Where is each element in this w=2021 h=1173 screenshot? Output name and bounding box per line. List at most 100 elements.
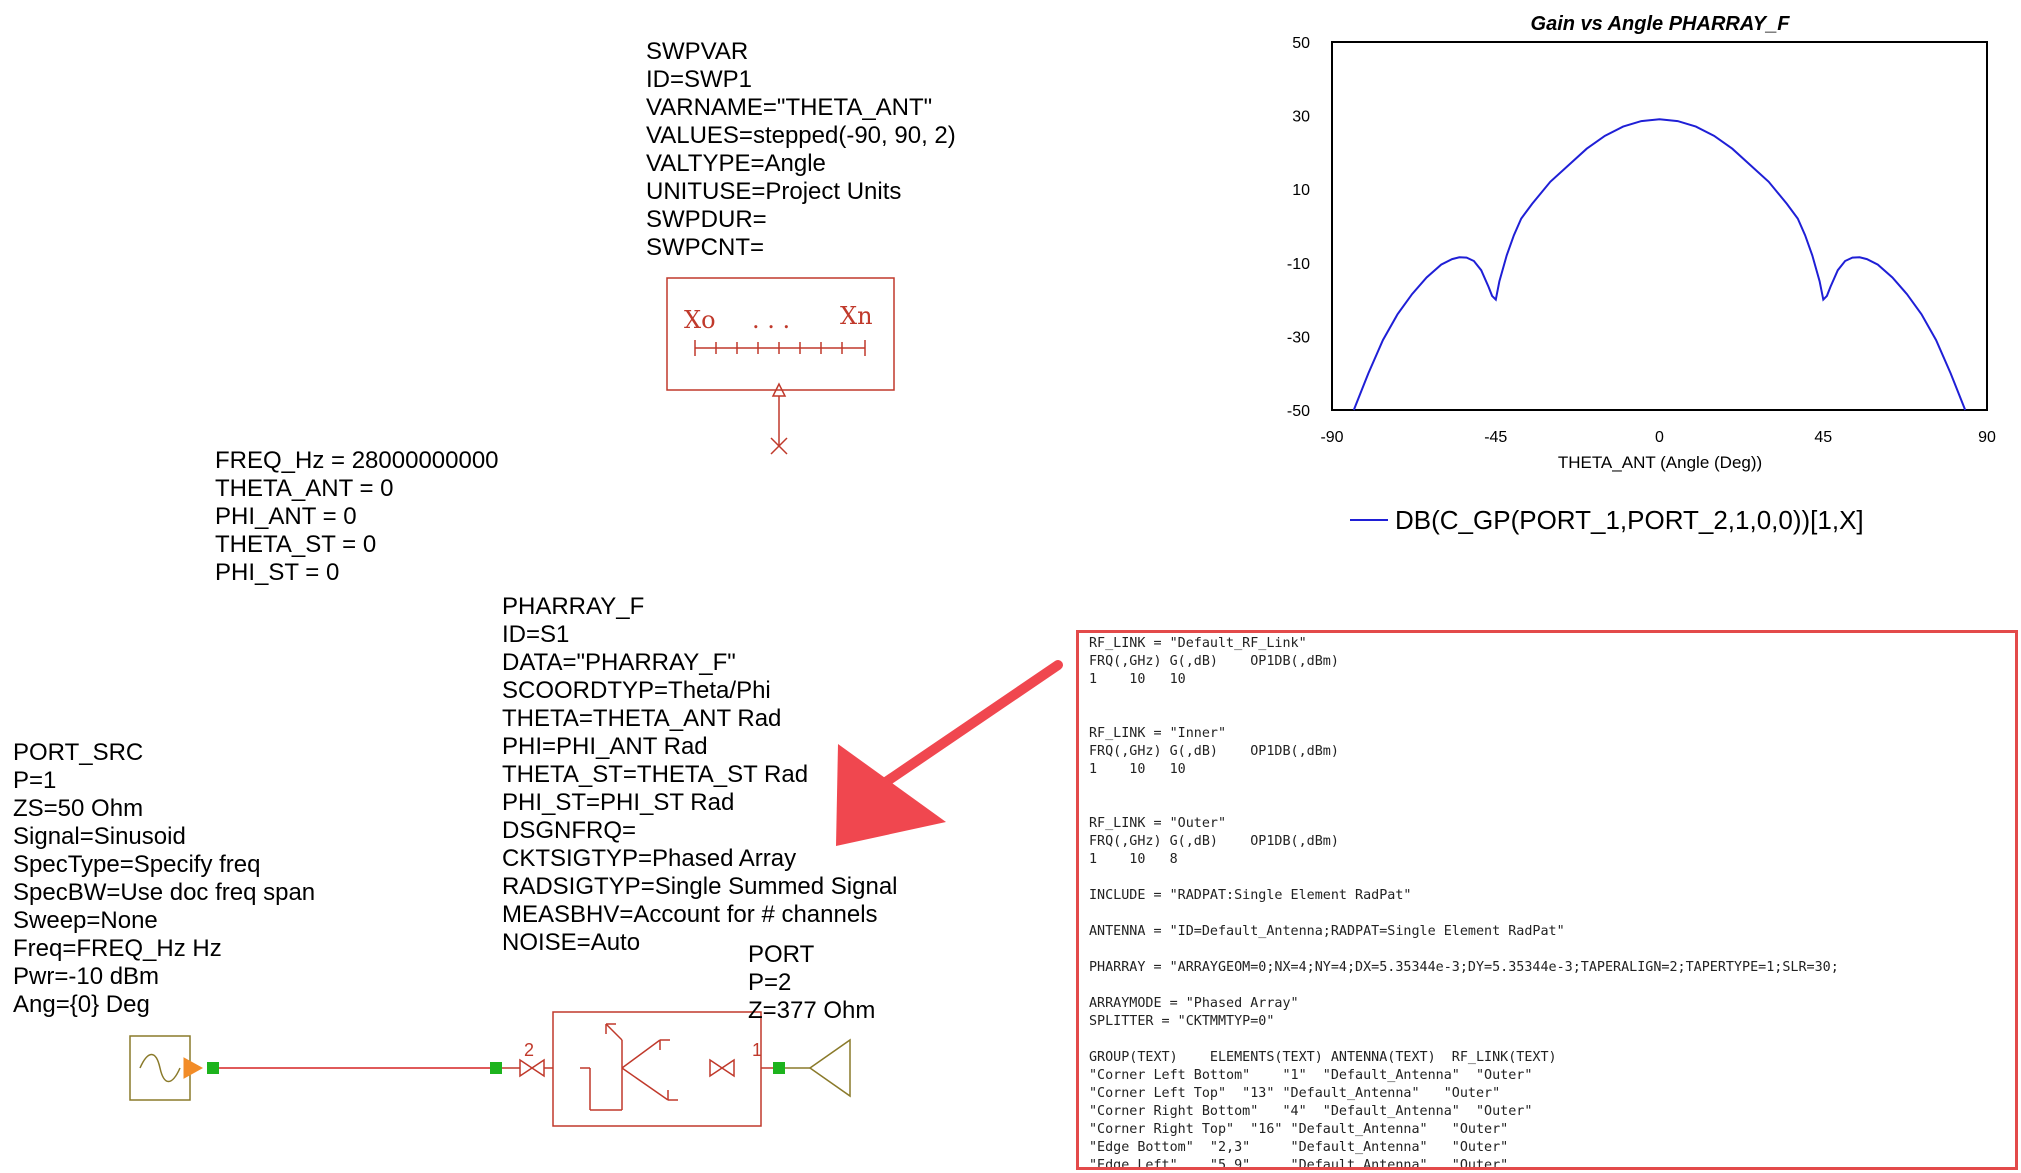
pharray-line: THETA=THETA_ANT Rad (502, 705, 782, 732)
pharray-line: SCOORDTYP=Theta/Phi (502, 677, 771, 704)
data-file-line: PHARRAY = "ARRAYGEOM=0;NX=4;NY=4;DX=5.35… (1089, 960, 1839, 975)
data-file-line: FRQ(,GHz) G(,dB) OP1DB(,dBm) (1089, 744, 1339, 759)
pharray-line: CKTSIGTYP=Phased Array (502, 845, 797, 872)
x-axis-label: THETA_ANT (Angle (Deg)) (1558, 453, 1762, 472)
data-file-line: "Edge Left" "5,9" "Default_Antenna" "Out… (1089, 1158, 1509, 1170)
data-file-line (1089, 689, 2005, 707)
pharray-line: ID=S1 (502, 621, 570, 648)
swpvar-line: VALUES=stepped(-90, 90, 2) (646, 122, 956, 149)
data-file-line: RF_LINK = "Default_RF_Link" (1089, 636, 1307, 651)
swpvar-parameters[interactable]: SWPVAR ID=SWP1 VARNAME="THETA_ANT" VALUES=s… (646, 38, 956, 262)
gain-vs-angle-chart: Gain vs Angle PHARRAY_F 50 30 10 -10 -30 -50 … (1240, 0, 2020, 560)
plot-area (1331, 41, 1988, 411)
data-file-line (1089, 797, 2005, 815)
pharray-line: PHARRAY_F (502, 593, 645, 620)
port-src-line: P=1 (13, 767, 57, 794)
port-src-line: Signal=Sinusoid (13, 823, 186, 850)
equation-line: THETA_ST = 0 (215, 531, 377, 558)
pharray-line: MEASBHV=Account for # channels (502, 901, 878, 928)
swpvar-line: ID=SWP1 (646, 66, 753, 93)
equation-line: PHI_ANT = 0 (215, 503, 357, 530)
pharray-line: PHI_ST=PHI_ST Rad (502, 789, 735, 816)
data-file-line: SPLITTER = "CKTMMTYP=0" (1089, 1014, 1275, 1029)
port-src-line: Ang={0} Deg (13, 991, 150, 1018)
data-file-line: RF_LINK = "Outer" (1089, 816, 1227, 831)
data-file-line: 1 10 10 (1089, 672, 1186, 687)
equation-line: PHI_ST = 0 (215, 559, 340, 586)
data-file-line (1089, 941, 2005, 959)
data-file-line: FRQ(,GHz) G(,dB) OP1DB(,dBm) (1089, 834, 1339, 849)
port-line: Z=377 Ohm (748, 997, 876, 1024)
data-file-line (1089, 905, 2005, 923)
data-file-line (1089, 869, 2005, 887)
series-line (1352, 118, 1967, 411)
x-tick-label: -90 (1320, 429, 1343, 446)
pharray-pin-2: 2 (524, 1040, 534, 1060)
y-tick-label: 10 (1292, 182, 1310, 199)
data-file-line: 1 10 10 (1089, 762, 1186, 777)
data-file-line: RF_LINK = "Inner" (1089, 726, 1227, 741)
port-src-line: PORT_SRC (13, 739, 144, 766)
y-tick-label: -30 (1287, 329, 1310, 346)
port-line: P=2 (748, 969, 792, 996)
port-src-line: ZS=50 Ohm (13, 795, 144, 822)
legend-label: DB(C_GP(PORT_1,PORT_2,1,0,0))[1,X] (1395, 505, 1864, 535)
y-tick-label: -50 (1287, 403, 1310, 420)
x-tick-label: -45 (1484, 429, 1507, 446)
node-port-src[interactable] (207, 1062, 219, 1074)
data-file-line (1089, 707, 2005, 725)
x-tick-label: 45 (1814, 429, 1832, 446)
pharray-line: RADSIGTYP=Single Summed Signal (502, 873, 898, 900)
y-tick-label: 50 (1292, 35, 1310, 52)
port-src-line: SpecBW=Use doc freq span (13, 879, 316, 906)
port-parameters[interactable]: PORT P=2 Z=377 Ohm (748, 941, 875, 1025)
node-array-out[interactable] (773, 1062, 785, 1074)
data-file-line (1089, 1031, 2005, 1049)
data-file-line: ARRAYMODE = "Phased Array" (1089, 996, 1299, 1011)
swpvar-symbol[interactable]: Xo . . . Xn (666, 277, 895, 455)
y-tick-label: -10 (1287, 256, 1310, 273)
swpvar-line: SWPCNT= (646, 234, 765, 261)
pharray-pin-1: 1 (752, 1040, 762, 1060)
pharray-line: PHI=PHI_ANT Rad (502, 733, 708, 760)
swpvar-line: SWPDUR= (646, 206, 767, 233)
x-tick-label: 90 (1978, 429, 1996, 446)
port-symbol[interactable] (785, 1038, 851, 1098)
swpvar-line: UNITUSE=Project Units (646, 178, 902, 205)
equations-block[interactable]: FREQ_Hz = 28000000000 THETA_ANT = 0 PHI_AN… (215, 447, 499, 587)
data-file-line: 1 10 8 (1089, 852, 1178, 867)
swpvar-line: VALTYPE=Angle (646, 150, 826, 177)
y-tick-label: 30 (1292, 109, 1310, 126)
data-file-line: "Corner Left Bottom" "1" "Default_Antenn… (1089, 1068, 1533, 1083)
port-src-parameters[interactable]: PORT_SRC P=1 ZS=50 Ohm Signal=Sinusoid SpecT… (13, 739, 315, 1019)
swpvar-symbol-dots: . . . (752, 306, 790, 334)
data-file-line: "Corner Right Bottom" "4" "Default_Anten… (1089, 1104, 1533, 1119)
pharray-symbol[interactable] (502, 1011, 779, 1127)
port-src-line: Sweep=None (13, 907, 158, 934)
pharray-line: DSGNFRQ= (502, 817, 637, 844)
equation-line: THETA_ANT = 0 (215, 475, 394, 502)
port-src-line: SpecType=Specify freq (13, 851, 261, 878)
port-src-symbol[interactable] (129, 1035, 204, 1101)
x-tick-label: 0 (1655, 429, 1664, 446)
data-file-line: INCLUDE = "RADPAT:Single Element RadPat" (1089, 888, 1412, 903)
pharray-parameters[interactable]: PHARRAY_F ID=S1 DATA="PHARRAY_F" SCOORDTYP=… (502, 593, 898, 957)
equation-line: FREQ_Hz = 28000000000 (215, 447, 499, 474)
port-src-line: Freq=FREQ_Hz Hz (13, 935, 222, 962)
data-file-text[interactable]: RF_LINK = "Default_RF_Link" FRQ(,GHz) G(,… (1076, 630, 2018, 1170)
data-file-line (1089, 977, 2005, 995)
pharray-line: THETA_ST=THETA_ST Rad (502, 761, 809, 788)
swpvar-line: SWPVAR (646, 38, 749, 65)
port-line: PORT (748, 941, 815, 968)
swpvar-symbol-xn: Xn (840, 302, 873, 330)
swpvar-line: VARNAME="THETA_ANT" (646, 94, 933, 121)
chart-title: Gain vs Angle PHARRAY_F (1531, 13, 1791, 35)
data-file-line: "Edge Bottom" "2,3" "Default_Antenna" "O… (1089, 1140, 1509, 1155)
node-array-in[interactable] (490, 1062, 502, 1074)
port-src-line: Pwr=-10 dBm (13, 963, 160, 990)
data-file-line: "Corner Left Top" "13" "Default_Antenna"… (1089, 1086, 1501, 1101)
data-file-line: GROUP(TEXT) ELEMENTS(TEXT) ANTENNA(TEXT)… (1089, 1050, 1557, 1065)
data-file-line (1089, 779, 2005, 797)
data-file-line: ANTENNA = "ID=Default_Antenna;RADPAT=Sin… (1089, 924, 1565, 939)
swpvar-symbol-xo: Xo (684, 306, 716, 334)
